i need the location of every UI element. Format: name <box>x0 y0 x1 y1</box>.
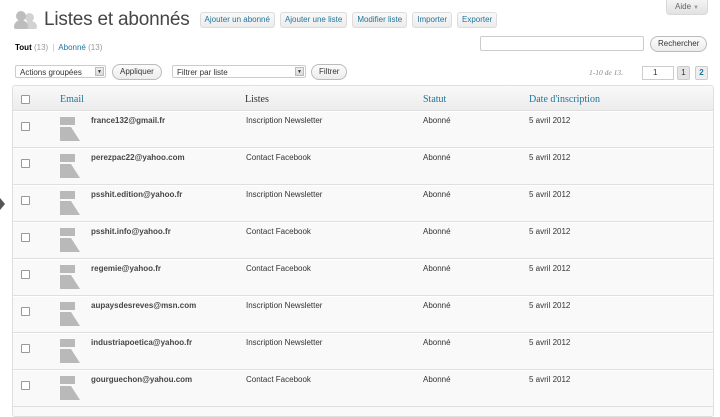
row-date: 5 avril 2012 <box>529 153 571 162</box>
table-row: psshit.edition@yahoo.fr Inscription News… <box>13 185 713 222</box>
row-status: Abonné <box>423 375 451 384</box>
pagination-count: 1-10 de 13. <box>589 68 623 77</box>
row-list: Contact Facebook <box>246 153 311 162</box>
row-checkbox[interactable] <box>21 196 30 205</box>
row-email[interactable]: psshit.edition@yahoo.fr <box>91 190 182 199</box>
filter-subscribed-link[interactable]: Abonné <box>58 43 86 52</box>
row-list: Contact Facebook <box>246 227 311 236</box>
row-list: Contact Facebook <box>246 264 311 273</box>
add-subscriber-button[interactable]: Ajouter un abonné <box>199 12 275 28</box>
avatar <box>60 339 80 365</box>
list-filter-select[interactable]: Filtrer par liste ▼ <box>172 65 306 78</box>
row-list: Inscription Newsletter <box>246 116 323 125</box>
row-email[interactable]: aupaysdesreves@msn.com <box>91 301 196 310</box>
search-input[interactable] <box>480 36 644 51</box>
export-button[interactable]: Exporter <box>457 12 498 28</box>
help-label: Aide <box>675 2 692 11</box>
table-row: gourguechon@yahou.com Contact Facebook A… <box>13 370 713 407</box>
row-checkbox[interactable] <box>21 344 30 353</box>
select-all-checkbox[interactable] <box>21 95 30 104</box>
users-icon <box>14 9 38 31</box>
filter-subscribed-count: (13) <box>88 43 103 52</box>
page-header: Listes et abonnés Ajouter un abonné Ajou… <box>14 6 502 34</box>
row-status: Abonné <box>423 264 451 273</box>
row-checkbox[interactable] <box>21 159 30 168</box>
table-row: perezpac22@yahoo.com Contact Facebook Ab… <box>13 148 713 185</box>
page-2-button[interactable]: 2 <box>695 66 708 80</box>
row-status: Abonné <box>423 116 451 125</box>
column-statut[interactable]: Statut <box>423 94 446 105</box>
row-status: Abonné <box>423 190 451 199</box>
row-status: Abonné <box>423 227 451 236</box>
row-email[interactable]: industriapoetica@yahoo.fr <box>91 338 192 347</box>
row-email[interactable]: perezpac22@yahoo.com <box>91 153 185 162</box>
row-email[interactable]: france132@gmail.fr <box>91 116 165 125</box>
page-title: Listes et abonnés <box>44 9 190 30</box>
avatar <box>60 117 80 143</box>
avatar <box>60 191 80 217</box>
row-date: 5 avril 2012 <box>529 190 571 199</box>
avatar <box>60 265 80 291</box>
column-email[interactable]: Email <box>60 94 84 105</box>
collapse-arrow-icon[interactable] <box>0 198 5 210</box>
bulk-actions-value: Actions groupées <box>20 68 82 77</box>
row-email[interactable]: gourguechon@yahou.com <box>91 375 192 384</box>
filter-all-link[interactable]: Tout <box>15 43 32 52</box>
add-list-button[interactable]: Ajouter une liste <box>279 12 348 28</box>
chevron-down-icon: ▼ <box>693 5 699 11</box>
table-header: Email Listes Statut Date d'inscription <box>13 86 713 111</box>
filter-button[interactable]: Filtrer <box>311 64 348 80</box>
row-checkbox[interactable] <box>21 122 30 131</box>
avatar <box>60 302 80 328</box>
row-status: Abonné <box>423 301 451 310</box>
bulk-actions-select[interactable]: Actions groupées ▼ <box>15 65 106 78</box>
edit-list-button[interactable]: Modifier liste <box>352 12 408 28</box>
row-status: Abonné <box>423 338 451 347</box>
table-row: psshit.info@yahoo.fr Contact Facebook Ab… <box>13 222 713 259</box>
table-row: aupaysdesreves@msn.com Inscription Newsl… <box>13 296 713 333</box>
row-email[interactable]: psshit.info@yahoo.fr <box>91 227 171 236</box>
row-list: Contact Facebook <box>246 375 311 384</box>
row-list: Inscription Newsletter <box>246 190 323 199</box>
column-date[interactable]: Date d'inscription <box>529 94 600 105</box>
row-date: 5 avril 2012 <box>529 227 571 236</box>
subscribers-table: Email Listes Statut Date d'inscription f… <box>12 85 714 417</box>
list-filter-value: Filtrer par liste <box>177 68 228 77</box>
help-tab[interactable]: Aide ▼ <box>666 0 708 15</box>
avatar <box>60 376 80 402</box>
avatar <box>60 228 80 254</box>
row-status: Abonné <box>423 153 451 162</box>
row-checkbox[interactable] <box>21 381 30 390</box>
table-row: industriapoetica@yahoo.fr Inscription Ne… <box>13 333 713 370</box>
row-email[interactable]: regemie@yahoo.fr <box>91 264 161 273</box>
filter-separator: | <box>52 43 55 52</box>
avatar <box>60 154 80 180</box>
search-button[interactable]: Rechercher <box>650 36 708 52</box>
status-filter-links: Tout (13) | Abonné (13) <box>15 43 102 52</box>
chevron-down-icon: ▼ <box>95 67 104 76</box>
row-checkbox[interactable] <box>21 307 30 316</box>
row-list: Inscription Newsletter <box>246 301 323 310</box>
row-date: 5 avril 2012 <box>529 338 571 347</box>
chevron-down-icon: ▼ <box>295 67 304 76</box>
row-checkbox[interactable] <box>21 270 30 279</box>
import-button[interactable]: Importer <box>412 12 453 28</box>
page-number-input[interactable]: 1 <box>642 66 674 80</box>
table-row: france132@gmail.fr Inscription Newslette… <box>13 111 713 148</box>
page-1-button: 1 <box>677 66 690 80</box>
row-date: 5 avril 2012 <box>529 116 571 125</box>
row-list: Inscription Newsletter <box>246 338 323 347</box>
row-checkbox[interactable] <box>21 233 30 242</box>
table-row: regemie@yahoo.fr Contact Facebook Abonné… <box>13 259 713 296</box>
row-date: 5 avril 2012 <box>529 375 571 384</box>
row-date: 5 avril 2012 <box>529 264 571 273</box>
row-date: 5 avril 2012 <box>529 301 571 310</box>
column-listes: Listes <box>245 94 269 105</box>
apply-button[interactable]: Appliquer <box>112 64 162 80</box>
filter-all-count: (13) <box>33 43 49 52</box>
